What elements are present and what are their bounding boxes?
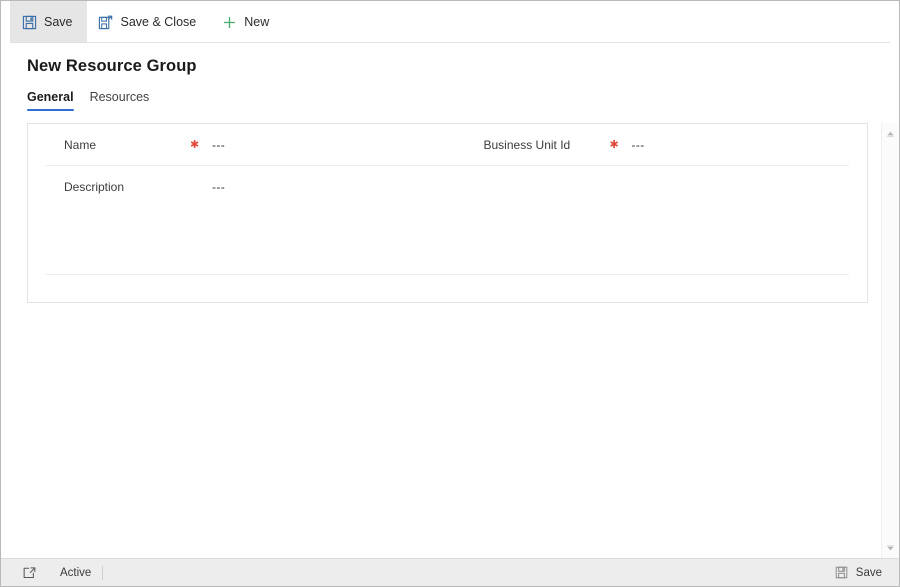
status-bar: Active Save <box>1 558 899 586</box>
save-and-close-command-button[interactable]: Save & Close <box>87 1 211 43</box>
field-description[interactable]: Description --- <box>28 180 448 194</box>
record-state-text: Active <box>60 565 104 580</box>
save-command-label: Save <box>44 15 73 29</box>
plus-icon <box>221 14 237 30</box>
new-command-button[interactable]: New <box>210 1 283 43</box>
tab-resources-label: Resources <box>89 90 150 104</box>
page-header: New Resource Group General Resources <box>1 43 899 111</box>
status-save-button[interactable]: Save <box>834 565 890 581</box>
field-description-label: Description <box>64 180 125 194</box>
open-in-new-window-icon[interactable] <box>20 565 38 581</box>
form-content: Name ✱ --- Business Unit Id ✱ --- Descri… <box>1 123 881 558</box>
general-section-card: Name ✱ --- Business Unit Id ✱ --- Descri… <box>27 123 868 303</box>
save-floppy-icon <box>834 565 850 581</box>
tab-general[interactable]: General <box>27 90 74 111</box>
required-indicator: ✱ <box>190 138 200 151</box>
field-description-value[interactable]: --- <box>212 180 225 194</box>
command-bar: Save Save & Close New <box>1 1 899 43</box>
tab-resources[interactable]: Resources <box>90 90 150 111</box>
status-bar-left: Active <box>10 565 104 581</box>
status-save-label: Save <box>855 566 882 579</box>
chevron-up-icon[interactable] <box>882 126 899 140</box>
field-business-unit-id-value[interactable]: --- <box>632 138 645 152</box>
new-command-label: New <box>244 15 270 29</box>
form-tabs: General Resources <box>27 87 899 111</box>
save-floppy-icon <box>21 14 37 30</box>
field-name-value[interactable]: --- <box>212 138 225 152</box>
form-row: Name ✱ --- Business Unit Id ✱ --- <box>28 124 867 166</box>
page-title: New Resource Group <box>27 57 197 75</box>
form-page: New Resource Group General Resources Nam… <box>1 43 899 586</box>
required-indicator: ✱ <box>609 138 619 151</box>
chevron-down-icon[interactable] <box>882 541 899 555</box>
save-command-button[interactable]: Save <box>10 1 87 43</box>
field-business-unit-id-label: Business Unit Id <box>483 138 571 152</box>
record-form-window: Save Save & Close New New Resource Group… <box>0 0 900 587</box>
save-and-close-icon <box>98 14 114 30</box>
field-name-label: Name <box>64 138 97 152</box>
vertical-scrollbar[interactable] <box>881 123 898 558</box>
field-name[interactable]: Name ✱ --- <box>28 138 448 152</box>
card-bottom-divider <box>46 274 849 275</box>
field-business-unit-id[interactable]: Business Unit Id ✱ --- <box>448 138 868 152</box>
form-row: Description --- <box>28 166 867 208</box>
form-scroll-region: Name ✱ --- Business Unit Id ✱ --- Descri… <box>1 111 899 558</box>
tab-general-label: General <box>27 90 74 104</box>
save-and-close-command-label: Save & Close <box>120 15 197 29</box>
